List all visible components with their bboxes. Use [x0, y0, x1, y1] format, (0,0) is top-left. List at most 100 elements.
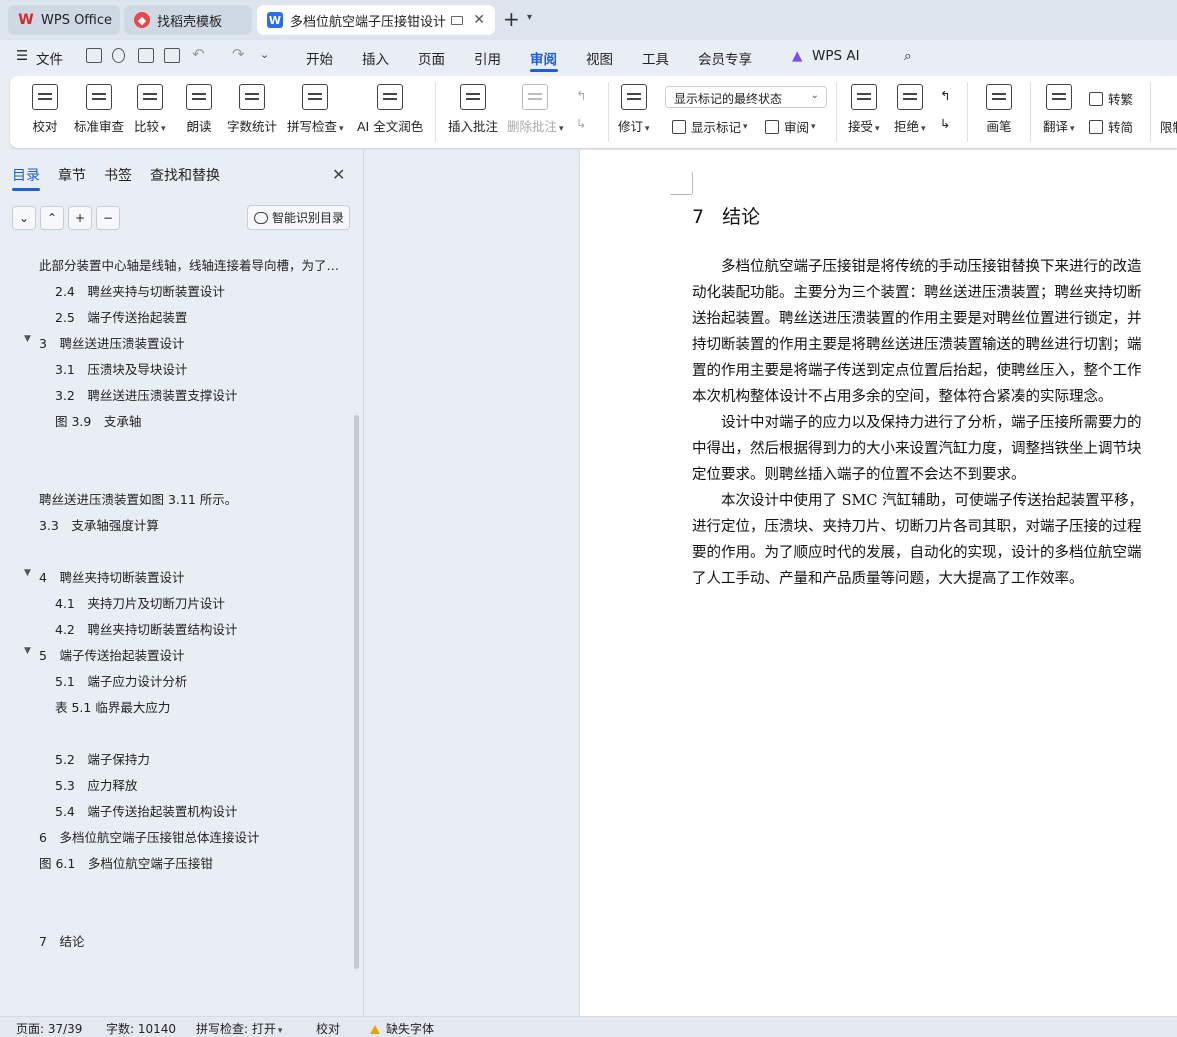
tab-list-chevron-down-icon[interactable]: ▾: [527, 12, 532, 23]
toc-item[interactable]: 聘丝送进压溃装置如图 3.11 所示。: [39, 489, 237, 508]
track-changes-button[interactable]: 修订 ▾: [618, 84, 650, 135]
toc-item[interactable]: 7 结论: [39, 931, 84, 950]
menu-insert[interactable]: 插入: [362, 48, 389, 68]
print-icon[interactable]: [138, 48, 154, 63]
undo-icon[interactable]: ↶: [192, 45, 205, 63]
close-tab-icon[interactable]: ✕: [473, 12, 485, 28]
toc-item[interactable]: ▼ 3 聘丝送进压溃装置设计: [24, 333, 184, 352]
compare-button[interactable]: 比较 ▾: [134, 84, 166, 135]
toc-item[interactable]: 6 多档位航空端子压接钳总体连接设计: [39, 827, 259, 846]
active-nav-tab-underline: [12, 188, 40, 191]
traditional-chinese-icon: [1089, 91, 1103, 106]
expand-triangle-icon[interactable]: ▼: [24, 334, 31, 344]
spell-check-button[interactable]: 拼写检查 ▾: [287, 84, 344, 135]
menu-view[interactable]: 视图: [586, 48, 613, 68]
ribbon-divider: [435, 82, 436, 142]
ai-polish-button[interactable]: AI 全文润色: [357, 84, 423, 135]
review-ribbon: 校对 标准审查 比较 ▾ 朗读 字数统计 拼写检查 ▾ AI 全文润色 插入批注 删…: [10, 76, 1177, 148]
toc-item[interactable]: ▼ 5 端子传送抬起装置设计: [24, 645, 184, 664]
restrict-editing-button[interactable]: 限制: [1160, 117, 1177, 136]
ribbon-divider: [608, 82, 609, 142]
new-tab-plus-icon[interactable]: +: [503, 9, 520, 29]
missing-font-status[interactable]: 缺失字体: [370, 1020, 434, 1037]
toc-item[interactable]: 4.2 聘丝夹持切断装置结构设计: [55, 619, 237, 638]
simplified-chinese-icon: [1089, 119, 1103, 134]
spell-check-status[interactable]: 拼写检查: 打开 ▾: [196, 1020, 282, 1037]
document-page[interactable]: 7 结论 多档位航空端子压接钳是将传统的手动压接钳替换下来进行的改造 动化装配功能…: [580, 150, 1177, 1016]
toc-item[interactable]: ▼ 4 聘丝夹持切断装置设计: [24, 567, 184, 586]
share-icon[interactable]: [112, 48, 125, 63]
markup-mode-select[interactable]: 显示标记的最终状态 ⌄: [665, 86, 827, 108]
previous-comment-icon[interactable]: ↰: [576, 88, 586, 103]
collapse-all-chevron-down-icon[interactable]: ⌄: [12, 206, 36, 230]
chevron-up-icon[interactable]: ⌃: [40, 206, 64, 230]
menu-member[interactable]: 会员专享: [698, 48, 752, 68]
show-markup-button[interactable]: 显示标记 ▾: [672, 117, 748, 136]
menu-review[interactable]: 审阅: [530, 48, 557, 68]
toc-item[interactable]: 图 3.9 支承轴: [55, 411, 141, 430]
hamburger-menu-icon[interactable]: ☰: [16, 48, 28, 64]
nav-tab-toc[interactable]: 目录: [12, 165, 40, 185]
quick-access-chevron-down-icon[interactable]: ⌄: [260, 48, 269, 61]
word-count-button[interactable]: 字数统计: [227, 84, 277, 135]
tab-wps-office[interactable]: W WPS Office: [8, 5, 120, 35]
next-change-icon[interactable]: ↳: [940, 116, 950, 131]
remove-heading-minus-icon[interactable]: −: [96, 206, 120, 230]
toc-item[interactable]: 2.4 聘丝夹持与切断装置设计: [55, 281, 225, 300]
nav-tab-find-replace[interactable]: 查找和替换: [150, 165, 220, 185]
insert-comment-button[interactable]: 插入批注: [448, 84, 498, 135]
proofread-button[interactable]: 校对: [32, 84, 58, 135]
toc-item[interactable]: 图 6.1 多档位航空端子压接钳: [39, 853, 213, 872]
toc-item[interactable]: 4.1 夹持刀片及切断刀片设计: [55, 593, 225, 612]
search-icon[interactable]: ⌕: [904, 48, 912, 64]
close-pane-icon[interactable]: ✕: [332, 165, 345, 184]
previous-change-icon[interactable]: ↰: [940, 88, 950, 103]
print-preview-icon[interactable]: [164, 48, 180, 63]
word-count-indicator[interactable]: 字数: 10140: [106, 1020, 176, 1037]
ink-pen-button[interactable]: 画笔: [986, 84, 1012, 135]
toc-item[interactable]: 3.2 聘丝送进压溃装置支撑设计: [55, 385, 237, 404]
add-heading-plus-icon[interactable]: +: [68, 206, 92, 230]
standard-review-icon: [86, 84, 112, 110]
nav-tab-bookmarks[interactable]: 书签: [104, 165, 132, 185]
menu-tools[interactable]: 工具: [642, 48, 669, 68]
menu-start[interactable]: 开始: [306, 48, 333, 68]
menu-reference[interactable]: 引用: [474, 48, 501, 68]
read-aloud-button[interactable]: 朗读: [186, 84, 212, 135]
toc-item[interactable]: 3.3 支承轴强度计算: [39, 515, 159, 534]
toc-item[interactable]: 5.2 端子保持力: [55, 749, 150, 768]
tab-document[interactable]: W 多档位航空端子压接钳设计 论文 ✕: [257, 5, 495, 35]
tab-docer-templates[interactable]: ◆ 找稻壳模板: [124, 5, 252, 35]
proofread-status[interactable]: 校对: [316, 1020, 340, 1037]
toc-item[interactable]: 3.1 压溃块及导块设计: [55, 359, 187, 378]
page-indicator[interactable]: 页面: 37/39: [16, 1020, 82, 1037]
reject-button[interactable]: 拒绝 ▾: [894, 84, 926, 135]
warning-icon: [370, 1025, 380, 1034]
standard-review-button[interactable]: 标准审查: [74, 84, 124, 135]
to-simplified-button[interactable]: 转简: [1089, 117, 1133, 136]
toc-item[interactable]: 2.5 端子传送抬起装置: [55, 307, 187, 326]
menu-page[interactable]: 页面: [418, 48, 445, 68]
toc-item[interactable]: ▼此部分装置中心轴是线轴，线轴连接着导向槽，为了固定的滑块在线轴上能够平稳移动: [39, 255, 344, 274]
accept-button[interactable]: 接受 ▾: [848, 84, 880, 135]
to-traditional-button[interactable]: 转繁: [1089, 89, 1133, 108]
translate-button[interactable]: 翻译 ▾: [1043, 84, 1075, 135]
toc-scrollbar[interactable]: [354, 415, 359, 969]
nav-tab-chapters[interactable]: 章节: [58, 165, 86, 185]
toc-item[interactable]: 表 5.1 临界最大应力: [55, 697, 170, 716]
menu-wps-ai[interactable]: WPS AI: [812, 48, 860, 64]
expand-triangle-icon[interactable]: ▼: [24, 568, 31, 578]
proofread-icon: [32, 84, 58, 110]
toc-item[interactable]: 5.1 端子应力设计分析: [55, 671, 187, 690]
redo-icon[interactable]: ↷: [232, 45, 245, 63]
toc-item[interactable]: 5.3 应力释放: [55, 775, 137, 794]
review-pane-button[interactable]: 审阅 ▾: [765, 117, 816, 136]
expand-triangle-icon[interactable]: ▼: [24, 646, 31, 656]
monitor-icon: [451, 15, 464, 25]
smart-toc-button[interactable]: 智能识别目录: [247, 205, 350, 230]
toc-item[interactable]: 5.4 端子传送抬起装置机构设计: [55, 801, 237, 820]
save-icon[interactable]: [86, 48, 102, 63]
menu-file[interactable]: 文件: [36, 48, 63, 68]
delete-comment-button[interactable]: 删除批注 ▾: [507, 84, 564, 135]
next-comment-icon[interactable]: ↳: [576, 116, 586, 131]
